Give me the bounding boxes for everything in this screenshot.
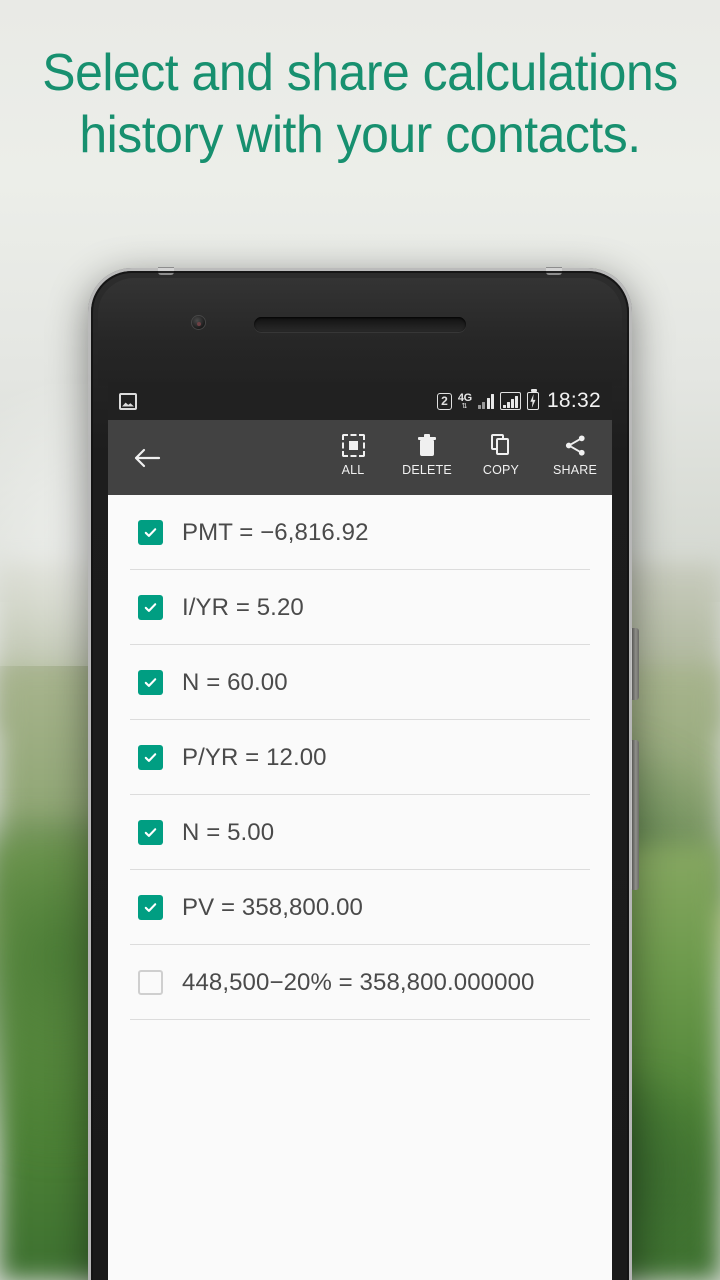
row-checkbox[interactable] xyxy=(138,595,163,620)
list-item[interactable]: PMT = −6,816.92 xyxy=(108,495,612,570)
copy-label: COPY xyxy=(482,463,520,477)
select-all-button[interactable]: ALL xyxy=(330,432,376,477)
list-item[interactable]: I/YR = 5.20 xyxy=(108,570,612,645)
gallery-icon xyxy=(119,392,137,410)
status-bar-left xyxy=(119,392,137,410)
row-checkbox[interactable] xyxy=(138,520,163,545)
promo-headline-line-2: history with your contacts. xyxy=(79,106,641,164)
list-item[interactable]: P/YR = 12.00 xyxy=(108,720,612,795)
promo-headline-line-1: Select and share calculations xyxy=(42,44,678,102)
secondary-signal-icon xyxy=(500,392,521,410)
list-item[interactable]: N = 5.00 xyxy=(108,795,612,870)
row-label: N = 60.00 xyxy=(182,668,288,696)
share-button[interactable]: SHARE xyxy=(552,432,598,477)
list-item[interactable]: PV = 358,800.00 xyxy=(108,870,612,945)
list-item[interactable]: 448,500−20% = 358,800.000000 xyxy=(108,945,612,1020)
network-arrows-icon: ⇅ xyxy=(461,402,469,410)
action-bar-buttons: ALL DELETE COPY SHARE xyxy=(330,432,598,483)
row-checkbox[interactable] xyxy=(138,970,163,995)
network-type-icon: 4G ⇅ xyxy=(458,392,472,410)
check-icon xyxy=(144,903,157,912)
row-label: PV = 358,800.00 xyxy=(182,893,363,921)
check-icon xyxy=(144,753,157,762)
copy-icon xyxy=(491,432,511,458)
row-label: I/YR = 5.20 xyxy=(182,593,304,621)
delete-button[interactable]: DELETE xyxy=(402,432,452,477)
select-all-icon xyxy=(341,432,365,458)
sim-badge-icon: 2 xyxy=(437,392,452,410)
share-label: SHARE xyxy=(552,463,598,477)
row-label: P/YR = 12.00 xyxy=(182,743,327,771)
list-item[interactable]: N = 60.00 xyxy=(108,645,612,720)
status-bar: 2 4G ⇅ 18:32 xyxy=(108,382,612,420)
phone-antenna-right xyxy=(546,267,562,275)
select-all-label: ALL xyxy=(341,463,365,477)
phone-earpiece xyxy=(254,317,466,332)
status-bar-clock: 18:32 xyxy=(546,389,601,412)
phone-front-camera xyxy=(192,316,205,329)
phone-screen: 2 4G ⇅ 18:32 ALL DELETE COPY SHARE PMT =… xyxy=(108,382,612,1280)
action-bar: ALL DELETE COPY SHARE xyxy=(108,420,612,495)
promo-headline: Select and share calculations history wi… xyxy=(14,42,705,166)
row-label: N = 5.00 xyxy=(182,818,275,846)
list-empty-area xyxy=(108,1020,612,1280)
phone-top-bezel xyxy=(98,278,622,386)
phone-device-frame: 2 4G ⇅ 18:32 ALL DELETE COPY SHARE PMT =… xyxy=(88,267,639,1280)
row-label: PMT = −6,816.92 xyxy=(182,518,369,546)
check-icon xyxy=(144,828,157,837)
check-icon xyxy=(144,528,157,537)
battery-charging-icon xyxy=(526,389,539,410)
phone-volume-button[interactable] xyxy=(631,628,639,700)
back-button[interactable] xyxy=(126,437,168,479)
row-checkbox[interactable] xyxy=(138,670,163,695)
check-icon xyxy=(144,678,157,687)
signal-bars-icon xyxy=(477,393,495,409)
phone-antenna-left xyxy=(158,267,174,275)
row-label: 448,500−20% = 358,800.000000 xyxy=(182,968,535,996)
status-bar-right: 2 4G ⇅ 18:32 xyxy=(437,389,601,413)
copy-button[interactable]: COPY xyxy=(478,432,524,477)
delete-label: DELETE xyxy=(402,463,452,477)
row-checkbox[interactable] xyxy=(138,820,163,845)
share-icon xyxy=(564,432,587,458)
trash-icon xyxy=(418,432,436,458)
back-arrow-icon xyxy=(134,448,161,467)
row-checkbox[interactable] xyxy=(138,895,163,920)
calculation-history-list: PMT = −6,816.92 I/YR = 5.20 N = 60.00 P/… xyxy=(108,495,612,1020)
phone-power-button[interactable] xyxy=(631,740,639,890)
check-icon xyxy=(144,603,157,612)
row-checkbox[interactable] xyxy=(138,745,163,770)
